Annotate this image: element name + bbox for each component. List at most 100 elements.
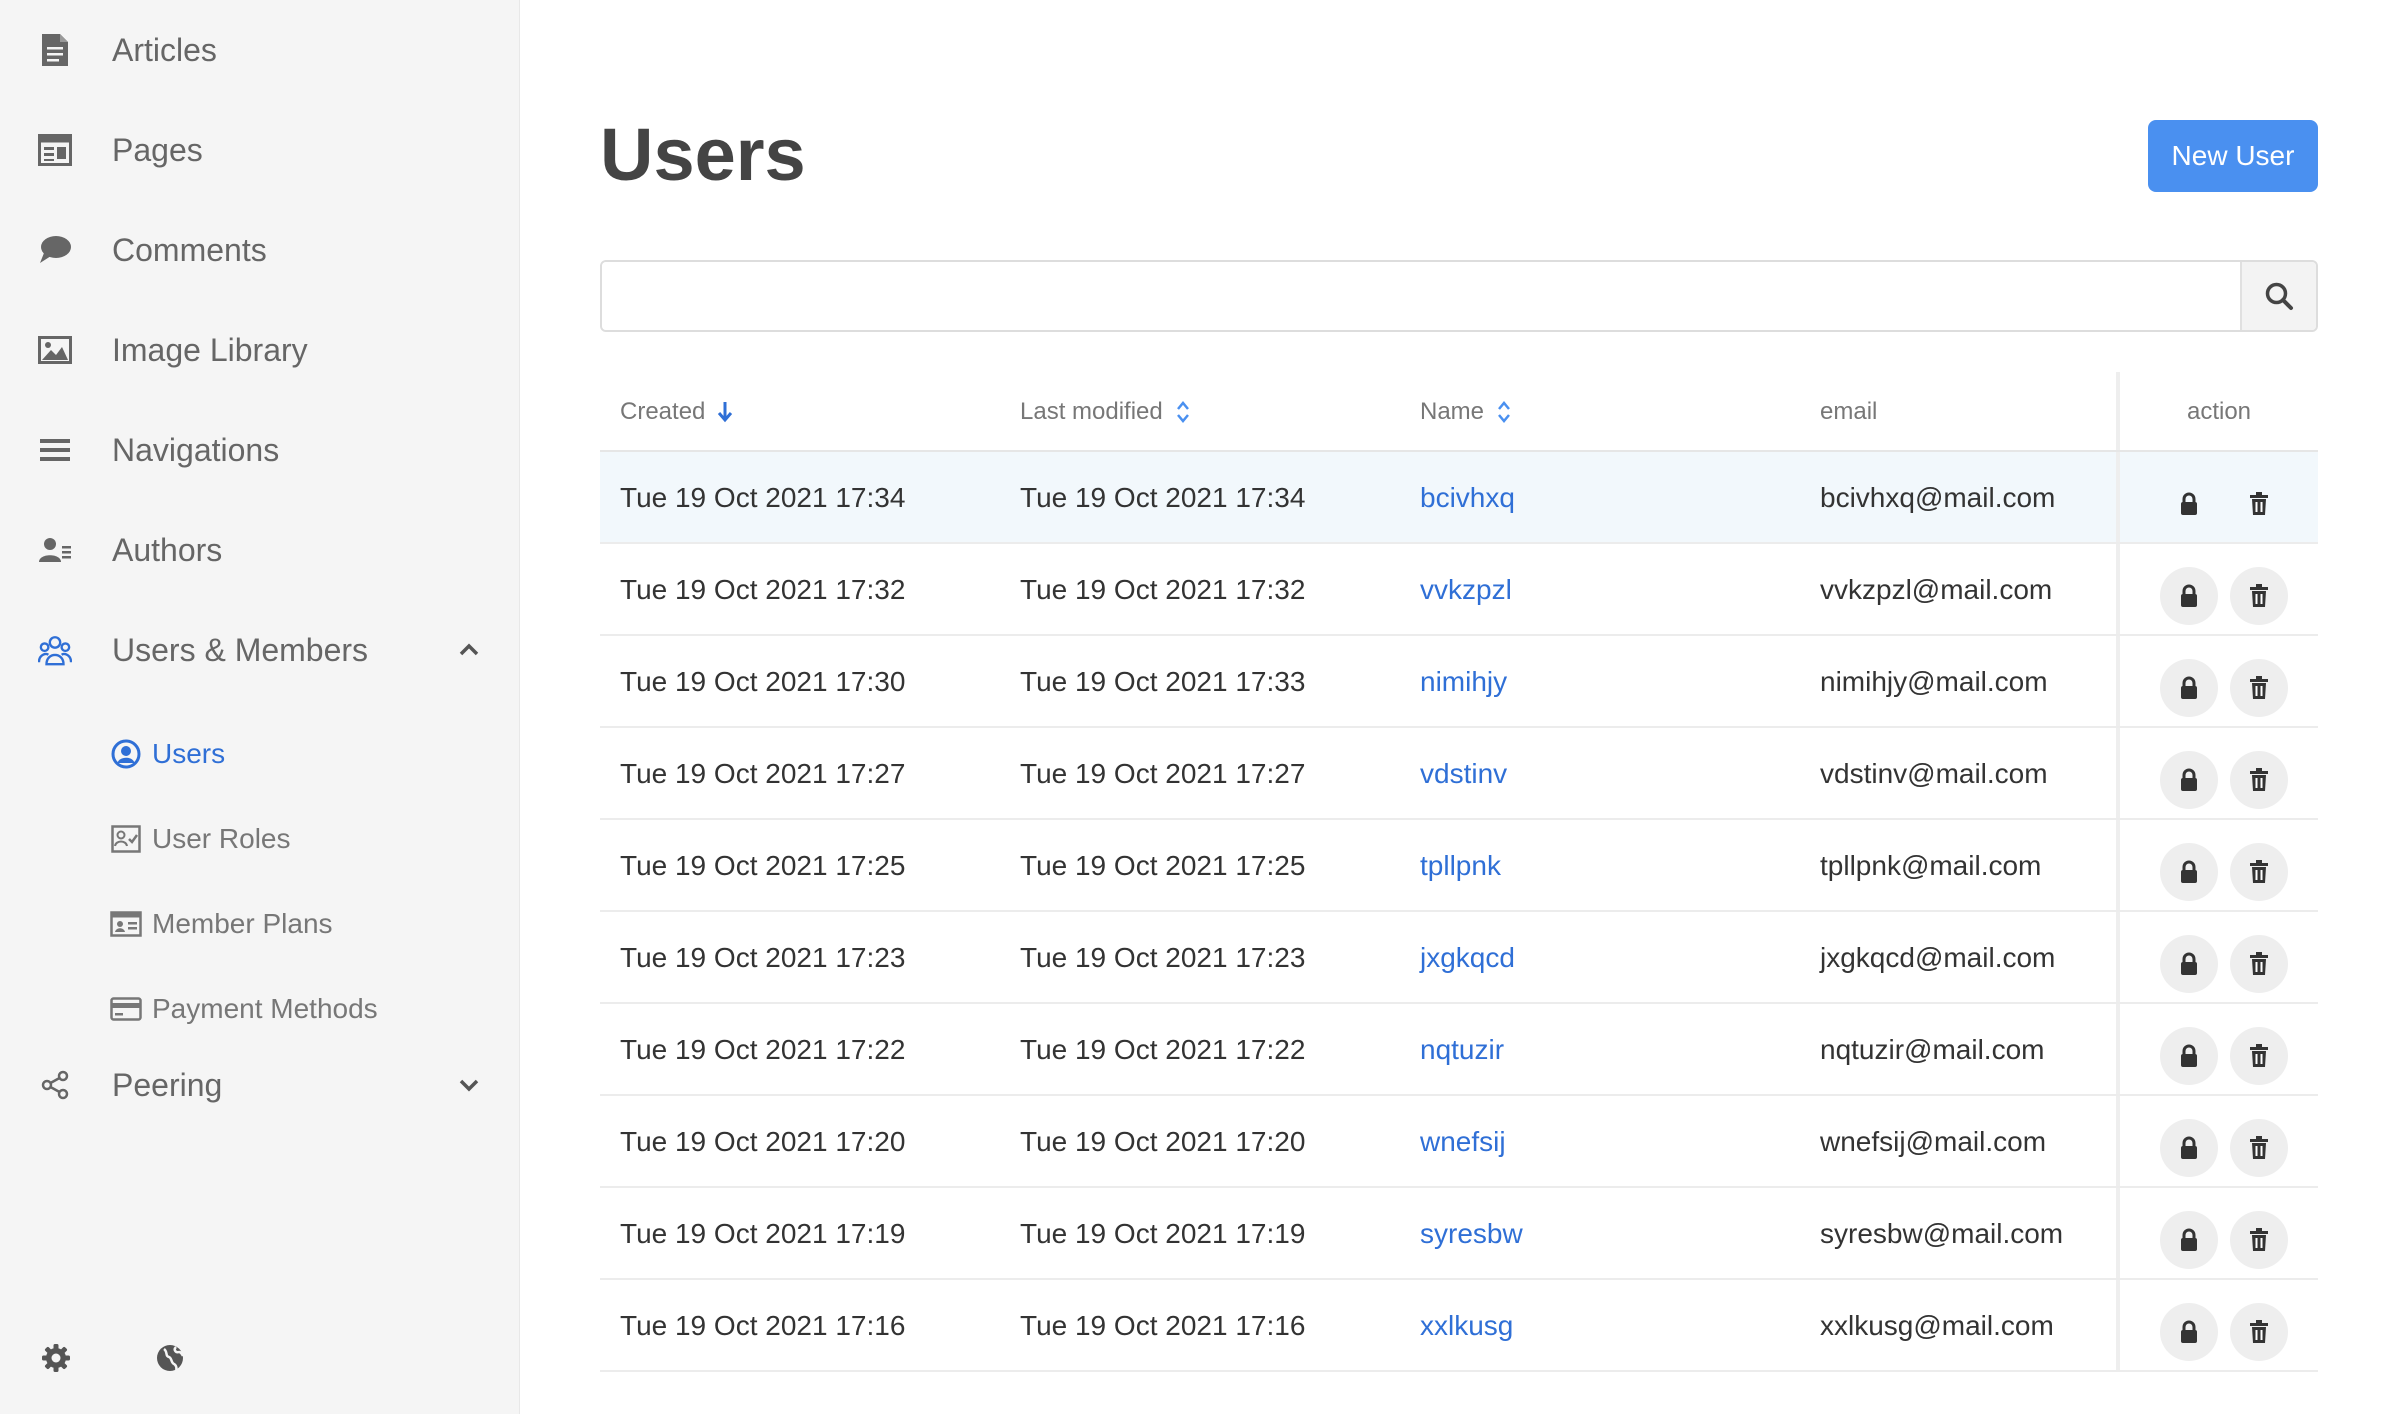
cell-created: Tue 19 Oct 2021 17:27 [620, 758, 906, 789]
sidebar-subitem-label: Payment Methods [152, 993, 378, 1024]
cell-last-modified: Tue 19 Oct 2021 17:23 [1020, 942, 1306, 973]
column-header-email: email [1820, 372, 1877, 452]
delete-user-button[interactable] [2230, 1211, 2288, 1269]
lock-user-button[interactable] [2160, 567, 2218, 625]
column-header-label: action [2186, 398, 2252, 425]
lock-user-button[interactable] [2160, 1303, 2218, 1361]
trash-icon [2249, 676, 2269, 700]
column-header-label: Last modified [1020, 398, 1163, 425]
user-name-link[interactable]: jxgkqcd [1420, 912, 1515, 1004]
sidebar-item-peering[interactable]: Peering [0, 1045, 520, 1125]
trash-icon [2249, 952, 2269, 976]
column-header-label: Created [620, 398, 706, 425]
user-name-link[interactable]: xxlkusg [1420, 1280, 1513, 1372]
lock-user-button[interactable] [2160, 935, 2218, 993]
trash-icon [2249, 860, 2269, 884]
page-layout-icon [38, 133, 72, 167]
lock-user-button[interactable] [2160, 843, 2218, 901]
globe-icon[interactable] [152, 1340, 188, 1376]
column-header-created[interactable]: Created [620, 372, 733, 452]
column-divider [2116, 1004, 2120, 1094]
lock-user-button[interactable] [2160, 475, 2218, 533]
image-icon [38, 333, 72, 367]
sidebar-item-label: Peering [112, 1066, 223, 1103]
delete-user-button[interactable] [2230, 843, 2288, 901]
delete-user-button[interactable] [2230, 567, 2288, 625]
trash-icon [2249, 1228, 2269, 1252]
delete-user-button[interactable] [2230, 1027, 2288, 1085]
trash-icon [2249, 1136, 2269, 1160]
sidebar-item-comments[interactable]: Comments [0, 210, 520, 290]
table-body: Tue 19 Oct 2021 17:34 Tue 19 Oct 2021 17:… [600, 452, 2318, 1372]
delete-user-button[interactable] [2230, 751, 2288, 809]
chevron-down-icon[interactable] [455, 1071, 483, 1099]
delete-user-button[interactable] [2230, 475, 2288, 533]
sidebar-item-users-members[interactable]: Users & Members [0, 610, 520, 690]
user-name-link[interactable]: syresbw [1420, 1188, 1523, 1280]
lock-icon [2179, 1228, 2199, 1252]
sidebar-item-articles[interactable]: Articles [0, 10, 520, 90]
lock-user-button[interactable] [2160, 1027, 2218, 1085]
new-user-button[interactable]: New User [2148, 120, 2318, 192]
chevron-up-icon[interactable] [455, 636, 483, 664]
column-divider [2116, 452, 2120, 542]
sidebar-subitem-label: Member Plans [152, 908, 333, 939]
cell-last-modified: Tue 19 Oct 2021 17:20 [1020, 1126, 1306, 1157]
trash-icon [2249, 1320, 2269, 1344]
table-row: Tue 19 Oct 2021 17:23 Tue 19 Oct 2021 17:… [600, 912, 2318, 1004]
lock-user-button[interactable] [2160, 1119, 2218, 1177]
user-name-link[interactable]: bcivhxq [1420, 452, 1515, 544]
search-button[interactable] [2240, 262, 2316, 330]
sidebar-subitem-label: Users [152, 738, 226, 769]
sidebar-item-pages[interactable]: Pages [0, 110, 520, 190]
trash-icon [2249, 768, 2269, 792]
column-header-last-modified[interactable]: Last modified [1020, 372, 1191, 452]
cell-last-modified: Tue 19 Oct 2021 17:27 [1020, 758, 1306, 789]
cell-created: Tue 19 Oct 2021 17:16 [620, 1310, 906, 1341]
lock-icon [2179, 768, 2199, 792]
sidebar-subitem-user-roles[interactable]: User Roles [0, 807, 520, 871]
lock-user-button[interactable] [2160, 751, 2218, 809]
gear-icon[interactable] [38, 1340, 74, 1376]
user-name-link[interactable]: nimihjy [1420, 636, 1507, 728]
cell-last-modified: Tue 19 Oct 2021 17:34 [1020, 482, 1306, 513]
delete-user-button[interactable] [2230, 659, 2288, 717]
sort-descending-icon [717, 401, 733, 423]
id-card-icon [110, 908, 142, 940]
delete-user-button[interactable] [2230, 935, 2288, 993]
cell-email: vvkzpzl@mail.com [1820, 574, 2053, 605]
sidebar-item-label: Users & Members [112, 631, 369, 668]
lock-icon [2179, 1320, 2199, 1344]
lock-icon [2179, 584, 2199, 608]
lock-icon [2179, 952, 2199, 976]
cell-created: Tue 19 Oct 2021 17:19 [620, 1218, 906, 1249]
cell-email: nqtuzir@mail.com [1820, 1034, 2045, 1065]
lock-icon [2179, 860, 2199, 884]
delete-user-button[interactable] [2230, 1303, 2288, 1361]
column-divider [2116, 728, 2120, 818]
sidebar-item-navigations[interactable]: Navigations [0, 410, 520, 490]
column-header-name[interactable]: Name [1420, 372, 1512, 452]
users-group-icon [38, 633, 72, 667]
sidebar-subitem-member-plans[interactable]: Member Plans [0, 892, 520, 956]
user-name-link[interactable]: vvkzpzl [1420, 544, 1512, 636]
sidebar-subitem-users[interactable]: Users [0, 722, 520, 786]
user-name-link[interactable]: wnefsij [1420, 1096, 1506, 1188]
column-divider [2116, 1096, 2120, 1186]
user-name-link[interactable]: nqtuzir [1420, 1004, 1504, 1096]
lock-user-button[interactable] [2160, 659, 2218, 717]
cell-last-modified: Tue 19 Oct 2021 17:22 [1020, 1034, 1306, 1065]
cell-created: Tue 19 Oct 2021 17:30 [620, 666, 906, 697]
delete-user-button[interactable] [2230, 1119, 2288, 1177]
sidebar-item-image-library[interactable]: Image Library [0, 310, 520, 390]
user-name-link[interactable]: vdstinv [1420, 728, 1507, 820]
search-input[interactable] [602, 262, 2240, 330]
lock-user-button[interactable] [2160, 1211, 2218, 1269]
table-row: Tue 19 Oct 2021 17:25 Tue 19 Oct 2021 17:… [600, 820, 2318, 912]
user-name-link[interactable]: tpllpnk [1420, 820, 1501, 912]
sidebar-item-authors[interactable]: Authors [0, 510, 520, 590]
table-row: Tue 19 Oct 2021 17:27 Tue 19 Oct 2021 17:… [600, 728, 2318, 820]
sidebar-subitem-payment-methods[interactable]: Payment Methods [0, 977, 520, 1041]
credit-card-icon [110, 993, 142, 1025]
document-icon [38, 33, 72, 67]
